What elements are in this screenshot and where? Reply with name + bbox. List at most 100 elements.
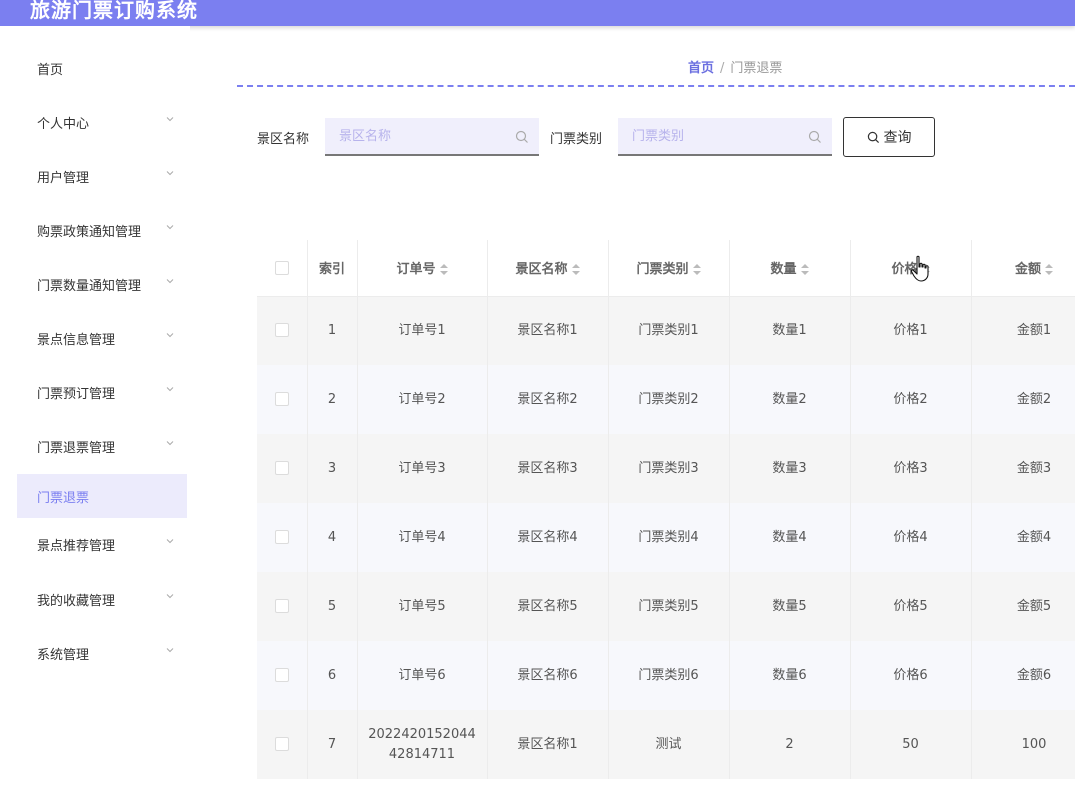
- row-checkbox-cell: [257, 296, 308, 365]
- ticket-refund-table: 索引 订单号 景区名称 门票类别 数量 价格 金额 1 订单号1 景区名称1 门票类别1 数量1 价格…: [257, 240, 1075, 779]
- cell-type: 门票类别1: [608, 296, 730, 365]
- cell-qty: 数量2: [729, 365, 851, 434]
- row-checkbox[interactable]: [274, 392, 289, 406]
- row-checkbox[interactable]: [274, 668, 289, 682]
- row-checkbox-cell: [257, 641, 308, 710]
- sidebar-item-label: 用户管理: [37, 170, 90, 186]
- cell-amount: 金额2: [971, 365, 1075, 434]
- chevron-down-icon: [166, 387, 174, 392]
- query-button[interactable]: 查询: [843, 117, 935, 157]
- cell-index: 7: [307, 710, 358, 779]
- sort-icon[interactable]: [571, 264, 580, 276]
- table-row[interactable]: 6 订单号6 景区名称6 门票类别6 数量6 价格6 金额6: [257, 641, 1075, 710]
- cell-type: 门票类别3: [608, 434, 730, 503]
- ticket-type-input[interactable]: [618, 118, 832, 154]
- sidebar-item[interactable]: 我的收藏管理: [17, 577, 187, 621]
- row-checkbox[interactable]: [274, 599, 289, 613]
- chevron-down-icon: [166, 171, 174, 176]
- cell-order: 订单号4: [357, 503, 488, 572]
- select-all-checkbox[interactable]: [274, 260, 289, 275]
- table-header-row: 索引 订单号 景区名称 门票类别 数量 价格 金额: [257, 240, 1075, 297]
- sidebar-item[interactable]: 景点信息管理: [17, 316, 187, 360]
- cell-scenic: 景区名称5: [487, 572, 609, 641]
- search-icon: [867, 131, 879, 143]
- cell-price: 价格6: [850, 641, 972, 710]
- table-row[interactable]: 5 订单号5 景区名称5 门票类别5 数量5 价格5 金额5: [257, 572, 1075, 641]
- chevron-down-icon: [166, 441, 174, 446]
- sidebar-item[interactable]: 门票预订管理: [17, 370, 187, 414]
- cell-order: 订单号2: [357, 365, 488, 434]
- cell-index: 3: [307, 434, 358, 503]
- sidebar-item[interactable]: 个人中心: [17, 100, 187, 144]
- column-header[interactable]: 订单号: [357, 240, 488, 297]
- sidebar-item[interactable]: 用户管理: [17, 154, 187, 198]
- row-checkbox[interactable]: [274, 737, 289, 751]
- hand-pointer-icon: [910, 255, 929, 282]
- chevron-down-icon: [166, 333, 174, 338]
- column-header-label: 数量: [770, 262, 797, 278]
- sort-icon[interactable]: [800, 264, 809, 276]
- cell-scenic: 景区名称3: [487, 434, 609, 503]
- row-checkbox-cell: [257, 710, 308, 779]
- breadcrumb-current: 门票退票: [730, 61, 783, 76]
- sidebar-item-label: 门票数量通知管理: [37, 278, 142, 294]
- search-icon: [808, 130, 821, 143]
- cell-index: 6: [307, 641, 358, 710]
- sort-icon[interactable]: [1045, 264, 1053, 276]
- sidebar-item[interactable]: 购票政策通知管理: [17, 208, 187, 252]
- cell-qty: 数量5: [729, 572, 851, 641]
- scenic-name-input[interactable]: [325, 118, 539, 154]
- sidebar-item-label: 系统管理: [37, 647, 90, 663]
- column-header[interactable]: 金额: [971, 240, 1075, 297]
- cell-price: 价格2: [850, 365, 972, 434]
- cell-scenic: 景区名称1: [487, 296, 609, 365]
- column-header[interactable]: 数量: [729, 240, 851, 297]
- column-header[interactable]: 门票类别: [608, 240, 730, 297]
- sort-icon[interactable]: [439, 264, 448, 276]
- sidebar-item[interactable]: 门票退票: [17, 474, 187, 518]
- sidebar-item[interactable]: 景点推荐管理: [17, 522, 187, 566]
- chevron-down-icon: [166, 225, 174, 230]
- sidebar-item[interactable]: 门票退票管理: [17, 424, 187, 468]
- row-checkbox[interactable]: [274, 530, 289, 544]
- sort-icon[interactable]: [692, 264, 701, 276]
- cell-order: 2022420152044 42814711: [357, 710, 488, 779]
- column-header-label: 索引: [318, 262, 345, 278]
- table-row[interactable]: 4 订单号4 景区名称4 门票类别4 数量4 价格4 金额4: [257, 503, 1075, 572]
- cell-order: 订单号5: [357, 572, 488, 641]
- cell-qty: 数量6: [729, 641, 851, 710]
- top-header: 旅游门票订购系统: [0, 0, 1075, 26]
- chevron-down-icon: [166, 117, 174, 122]
- row-checkbox-cell: [257, 434, 308, 503]
- breadcrumb-home[interactable]: 首页: [688, 61, 714, 76]
- cell-order: 订单号3: [357, 434, 488, 503]
- cell-index: 5: [307, 572, 358, 641]
- column-header: 索引: [307, 240, 358, 297]
- table-row[interactable]: 7 2022420152044 42814711 景区名称1 测试 2 50 100: [257, 710, 1075, 779]
- table-body: 1 订单号1 景区名称1 门票类别1 数量1 价格1 金额1 2 订单号2 景区名称2 门票类别2 数…: [257, 296, 1075, 779]
- row-checkbox-cell: [257, 365, 308, 434]
- sidebar-item[interactable]: 门票数量通知管理: [17, 262, 187, 306]
- search-icon: [515, 130, 528, 143]
- row-checkbox[interactable]: [274, 461, 289, 475]
- sidebar-item[interactable]: 首页: [17, 46, 187, 90]
- column-header[interactable]: 景区名称: [487, 240, 609, 297]
- sidebar-item-label: 门票退票: [37, 490, 90, 506]
- row-checkbox[interactable]: [274, 323, 289, 338]
- cell-type: 门票类别4: [608, 503, 730, 572]
- table-row[interactable]: 2 订单号2 景区名称2 门票类别2 数量2 价格2 金额2: [257, 365, 1075, 434]
- cell-amount: 金额4: [971, 503, 1075, 572]
- cell-price: 价格5: [850, 572, 972, 641]
- sidebar-item[interactable]: 系统管理: [17, 631, 187, 675]
- column-header-label: 订单号: [396, 262, 436, 278]
- column-header-label: 景区名称: [515, 262, 568, 278]
- cell-type: 门票类别5: [608, 572, 730, 641]
- breadcrumb: 首页 / 门票退票: [688, 57, 782, 76]
- sidebar-item-label: 个人中心: [37, 116, 90, 132]
- breadcrumb-divider: [237, 85, 1075, 87]
- table-row[interactable]: 1 订单号1 景区名称1 门票类别1 数量1 价格1 金额1: [257, 296, 1075, 365]
- breadcrumb-separator: /: [720, 61, 725, 76]
- cell-amount: 金额6: [971, 641, 1075, 710]
- sidebar-item-label: 购票政策通知管理: [37, 224, 142, 240]
- table-row[interactable]: 3 订单号3 景区名称3 门票类别3 数量3 价格3 金额3: [257, 434, 1075, 503]
